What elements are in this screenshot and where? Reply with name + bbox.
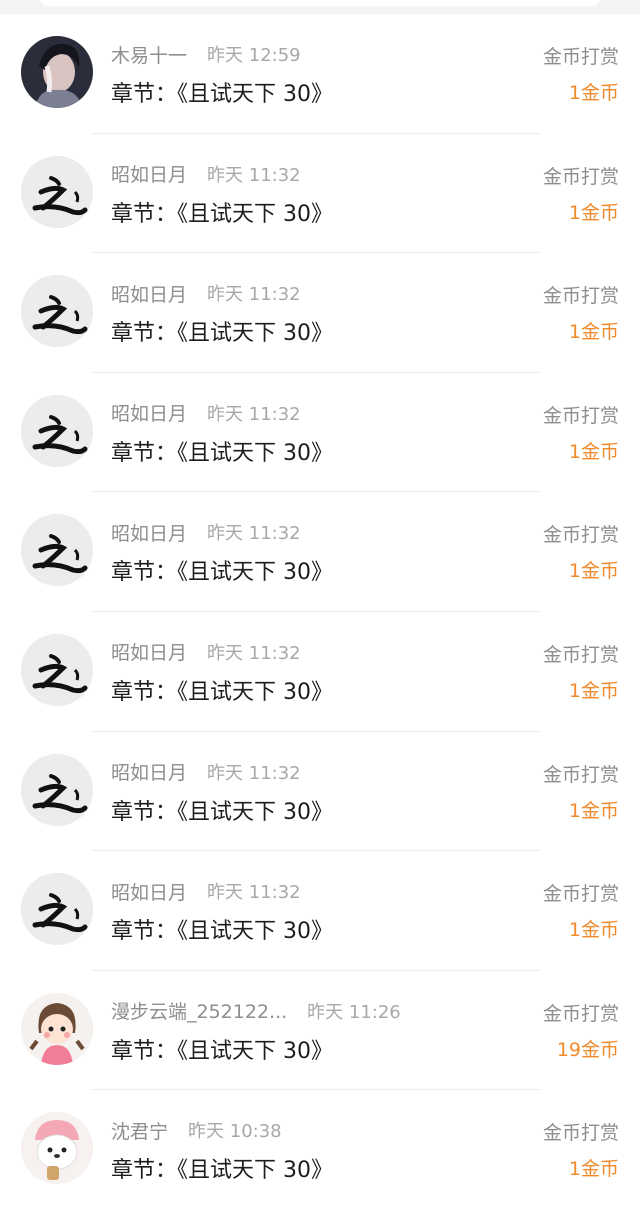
reward-time: 昨天 11:32 [207,284,301,306]
reward-row[interactable]: 昭如日月 昨天 11:32 章节：《且试天下 30》 金币打赏 1金币 [0,732,640,852]
reward-amount: 19金币 [556,1038,619,1061]
calligraphy-avatar-icon [21,275,93,348]
reward-amount: 1金币 [568,201,619,224]
reward-row[interactable]: 昭如日月 昨天 11:32 章节：《且试天下 30》 金币打赏 1金币 [0,492,640,612]
avatar[interactable] [21,1112,93,1185]
reward-type: 金币打赏 [542,165,619,188]
reward-type: 金币打赏 [542,643,619,666]
reward-amount: 1金币 [568,321,619,344]
reward-row[interactable]: 昭如日月 昨天 11:32 章节：《且试天下 30》 金币打赏 1金币 [0,851,640,971]
avatar[interactable] [21,873,93,946]
calligraphy-avatar-icon [21,514,93,587]
chapter-label: 章节：《且试天下 30》 [111,560,333,586]
user-name[interactable]: 昭如日月 [111,638,187,665]
chapter-label: 章节：《且试天下 30》 [111,1038,333,1064]
reward-amount: 1金币 [568,679,619,702]
chapter-label: 章节：《且试天下 30》 [111,919,333,945]
reward-amount: 1金币 [568,799,619,822]
reward-time: 昨天 11:32 [207,403,301,425]
top-edge [0,0,640,14]
reward-row[interactable]: 漫步云端_252122... 昨天 11:26 章节：《且试天下 30》 金币打… [0,971,640,1091]
reward-type: 金币打赏 [542,883,619,906]
avatar[interactable] [21,394,93,467]
reward-time: 昨天 11:32 [207,523,301,545]
reward-time: 昨天 11:32 [207,762,301,784]
reward-type: 金币打赏 [542,46,619,68]
portrait-avatar-icon [21,36,93,108]
chapter-label: 章节：《且试天下 30》 [111,82,333,107]
reward-type: 金币打赏 [542,763,619,786]
chapter-label: 章节：《且试天下 30》 [111,321,333,347]
reward-time: 昨天 11:32 [207,882,301,904]
calligraphy-avatar-icon [21,633,93,706]
reward-row[interactable]: 昭如日月 昨天 11:32 章节：《且试天下 30》 金币打赏 1金币 [0,253,640,373]
user-name[interactable]: 沈君宁 [111,1117,168,1144]
user-name[interactable]: 昭如日月 [111,878,187,905]
reward-row[interactable]: 沈君宁 昨天 10:38 章节：《且试天下 30》 金币打赏 1金币 [0,1090,640,1210]
avatar[interactable] [21,633,93,706]
user-name[interactable]: 昭如日月 [111,519,187,546]
user-name[interactable]: 昭如日月 [111,399,187,426]
user-name[interactable]: 漫步云端_252122... [111,997,287,1024]
chapter-label: 章节：《且试天下 30》 [111,679,333,705]
user-name[interactable]: 昭如日月 [111,160,187,187]
user-name[interactable]: 木易十一 [111,41,187,68]
chapter-label: 章节：《且试天下 30》 [111,201,333,227]
avatar[interactable] [21,753,93,826]
reward-type: 金币打赏 [542,285,619,308]
reward-amount: 1金币 [568,82,619,104]
calligraphy-avatar-icon [21,753,93,826]
avatar[interactable] [21,514,93,587]
reward-amount: 1金币 [568,919,619,942]
reward-time: 昨天 11:32 [207,164,301,186]
avatar[interactable] [21,36,93,108]
cartoon-bear-avatar-icon [21,1112,93,1185]
avatar[interactable] [21,155,93,228]
reward-time: 昨天 11:32 [207,642,301,664]
reward-row[interactable]: 昭如日月 昨天 11:32 章节：《且试天下 30》 金币打赏 1金币 [0,612,640,732]
reward-time: 昨天 11:26 [307,1001,401,1023]
user-name[interactable]: 昭如日月 [111,758,187,785]
calligraphy-avatar-icon [21,873,93,946]
reward-time: 昨天 12:59 [207,45,301,66]
chapter-label: 章节：《且试天下 30》 [111,1158,333,1184]
reward-row[interactable]: 昭如日月 昨天 11:32 章节：《且试天下 30》 金币打赏 1金币 [0,134,640,254]
reward-type: 金币打赏 [542,404,619,427]
reward-amount: 1金币 [568,440,619,463]
reward-type: 金币打赏 [542,1122,619,1145]
reward-type: 金币打赏 [542,1002,619,1025]
avatar[interactable] [21,992,93,1065]
chapter-label: 章节：《且试天下 30》 [111,799,333,825]
avatar[interactable] [21,275,93,348]
reward-type: 金币打赏 [542,524,619,547]
cartoon-girl-avatar-icon [21,992,93,1065]
reward-amount: 1金币 [568,1158,619,1181]
calligraphy-avatar-icon [21,155,93,228]
calligraphy-avatar-icon [21,394,93,467]
reward-row[interactable]: 木易十一 昨天 12:59 章节：《且试天下 30》 金币打赏 1金币 [0,14,640,134]
reward-row[interactable]: 昭如日月 昨天 11:32 章节：《且试天下 30》 金币打赏 1金币 [0,373,640,493]
chapter-label: 章节：《且试天下 30》 [111,440,333,466]
user-name[interactable]: 昭如日月 [111,280,187,307]
reward-time: 昨天 10:38 [188,1121,282,1143]
reward-amount: 1金币 [568,560,619,583]
reward-list: 木易十一 昨天 12:59 章节：《且试天下 30》 金币打赏 1金币 昭如日月… [0,14,640,1210]
